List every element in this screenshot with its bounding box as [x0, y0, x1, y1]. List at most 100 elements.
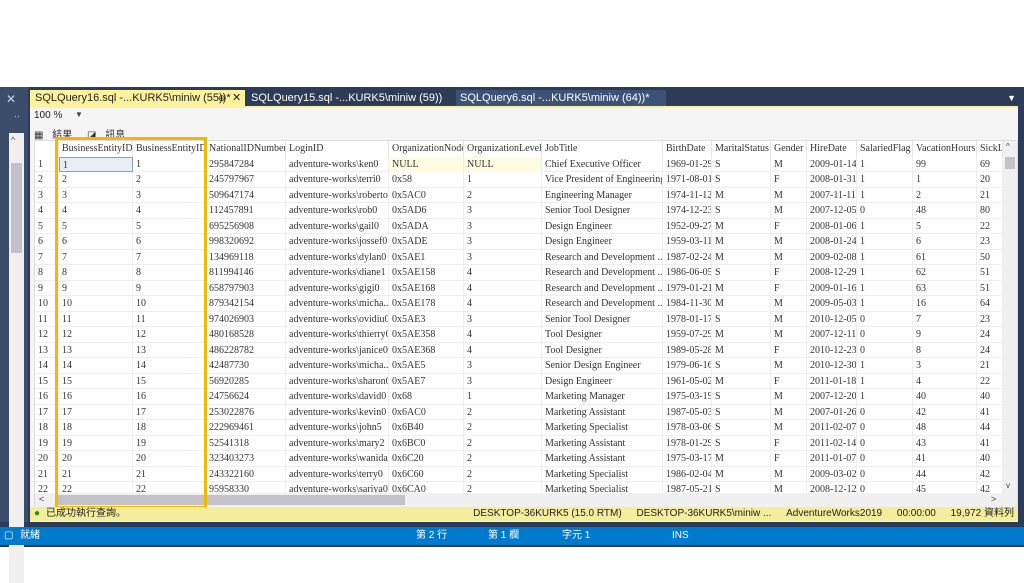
hire-date-cell[interactable]: 2008-01-31: [807, 172, 857, 188]
birth-date-cell[interactable]: 1979-01-21: [663, 280, 712, 296]
birth-date-cell[interactable]: 1986-02-04: [663, 466, 712, 482]
business-entity-id-cell[interactable]: 3: [133, 187, 206, 203]
row-number-cell[interactable]: 20: [35, 451, 59, 467]
gender-cell[interactable]: F: [771, 218, 807, 234]
vacation-hours-cell[interactable]: 16: [913, 296, 977, 312]
gender-cell[interactable]: M: [771, 187, 807, 203]
gender-cell[interactable]: M: [771, 420, 807, 436]
business-entity-id-cell[interactable]: 21: [133, 466, 206, 482]
job-title-cell[interactable]: Marketing Manager: [542, 389, 663, 405]
scroll-down-icon[interactable]: v: [1006, 481, 1010, 490]
table-row[interactable]: 9 9 9 658797903 adventure-works\gigi0 0x5AE16…: [35, 280, 1003, 296]
salaried-flag-cell[interactable]: 1: [857, 218, 913, 234]
marital-status-cell[interactable]: M: [712, 342, 771, 358]
salaried-flag-cell[interactable]: 0: [857, 203, 913, 219]
national-id-number-cell[interactable]: 253022876: [206, 404, 286, 420]
hire-date-cell[interactable]: 2009-05-03: [807, 296, 857, 312]
organization-node-cell[interactable]: 0x6AC0: [389, 404, 464, 420]
login-id-cell[interactable]: adventure-works\rob0: [286, 203, 389, 219]
gender-cell[interactable]: M: [771, 203, 807, 219]
vacation-hours-cell[interactable]: 3: [913, 358, 977, 374]
sick-leave-hours-cell[interactable]: 24: [977, 327, 1003, 343]
organization-level-cell[interactable]: 3: [464, 218, 542, 234]
salaried-flag-cell[interactable]: 0: [857, 342, 913, 358]
column-header[interactable]: MaritalStatus: [712, 141, 771, 157]
vacation-hours-cell[interactable]: 63: [913, 280, 977, 296]
hire-date-cell[interactable]: 2008-01-06: [807, 218, 857, 234]
table-row[interactable]: 21 21 21 243322160 adventure-works\terry0 0x6…: [35, 466, 1003, 482]
organization-node-cell[interactable]: 0x5AE368: [389, 342, 464, 358]
table-row[interactable]: 10 10 10 879342154 adventure-works\micha... 0…: [35, 296, 1003, 312]
hire-date-cell[interactable]: 2008-01-24: [807, 234, 857, 250]
sick-leave-hours-cell[interactable]: 20: [977, 172, 1003, 188]
business-entity-id-cell[interactable]: 10: [59, 296, 133, 312]
job-title-cell[interactable]: Marketing Specialist: [542, 420, 663, 436]
organization-level-cell[interactable]: 3: [464, 311, 542, 327]
salaried-flag-cell[interactable]: 0: [857, 435, 913, 451]
vacation-hours-cell[interactable]: 41: [913, 451, 977, 467]
scroll-left-icon[interactable]: <: [39, 494, 44, 504]
row-number-cell[interactable]: 12: [35, 327, 59, 343]
login-id-cell[interactable]: adventure-works\diane1: [286, 265, 389, 281]
sick-leave-hours-cell[interactable]: 40: [977, 389, 1003, 405]
tab-sqlquery6[interactable]: SQLQuery6.sql -...KURK5\miniw (64))*: [456, 90, 666, 106]
pin-icon[interactable]: ⊕: [218, 90, 226, 106]
table-row[interactable]: 11 11 11 974026903 adventure-works\ovidiu0 0x…: [35, 311, 1003, 327]
marital-status-cell[interactable]: S: [712, 404, 771, 420]
job-title-cell[interactable]: Tool Designer: [542, 342, 663, 358]
job-title-cell[interactable]: Marketing Assistant: [542, 451, 663, 467]
sick-leave-hours-cell[interactable]: 44: [977, 420, 1003, 436]
login-id-cell[interactable]: adventure-works\kevin0: [286, 404, 389, 420]
birth-date-cell[interactable]: 1975-03-17: [663, 451, 712, 467]
job-title-cell[interactable]: Design Engineer: [542, 218, 663, 234]
job-title-cell[interactable]: Marketing Assistant: [542, 404, 663, 420]
business-entity-id-cell[interactable]: 15: [59, 373, 133, 389]
table-row[interactable]: 1 1 1 295847284 adventure-works\ken0 NULL NULL…: [35, 156, 1003, 172]
organization-node-cell[interactable]: 0x6C20: [389, 451, 464, 467]
national-id-number-cell[interactable]: 879342154: [206, 296, 286, 312]
job-title-cell[interactable]: Research and Development ...: [542, 296, 663, 312]
organization-level-cell[interactable]: 3: [464, 203, 542, 219]
table-row[interactable]: 7 7 7 134969118 adventure-works\dylan0 0x5AE1…: [35, 249, 1003, 265]
table-row[interactable]: 2 2 2 245797967 adventure-works\terri0 0x58 1 V…: [35, 172, 1003, 188]
sick-leave-hours-cell[interactable]: 50: [977, 249, 1003, 265]
organization-level-cell[interactable]: 4: [464, 327, 542, 343]
login-id-cell[interactable]: adventure-works\gigi0: [286, 280, 389, 296]
business-entity-id-cell[interactable]: 1: [133, 156, 206, 172]
vacation-hours-cell[interactable]: 5: [913, 218, 977, 234]
organization-node-cell[interactable]: 0x5AE7: [389, 373, 464, 389]
gender-cell[interactable]: M: [771, 311, 807, 327]
vacation-hours-cell[interactable]: 9: [913, 327, 977, 343]
business-entity-id-cell[interactable]: 18: [59, 420, 133, 436]
organization-node-cell[interactable]: 0x6BC0: [389, 435, 464, 451]
row-number-cell[interactable]: 17: [35, 404, 59, 420]
editor-vertical-scrollbar[interactable]: ^ v: [9, 133, 24, 583]
more-icon[interactable]: ··: [14, 111, 20, 121]
organization-level-cell[interactable]: 3: [464, 358, 542, 374]
gender-cell[interactable]: F: [771, 435, 807, 451]
birth-date-cell[interactable]: 1987-02-24: [663, 249, 712, 265]
job-title-cell[interactable]: Marketing Specialist: [542, 466, 663, 482]
marital-status-cell[interactable]: S: [712, 420, 771, 436]
column-header[interactable]: OrganizationNode: [389, 141, 464, 157]
organization-node-cell[interactable]: 0x5AD6: [389, 203, 464, 219]
sick-leave-hours-cell[interactable]: 42: [977, 466, 1003, 482]
column-header[interactable]: Gender: [771, 141, 807, 157]
national-id-number-cell[interactable]: 658797903: [206, 280, 286, 296]
birth-date-cell[interactable]: 1984-11-30: [663, 296, 712, 312]
business-entity-id-cell[interactable]: 16: [133, 389, 206, 405]
gender-cell[interactable]: M: [771, 234, 807, 250]
birth-date-cell[interactable]: 1969-01-29: [663, 156, 712, 172]
job-title-cell[interactable]: Design Engineer: [542, 234, 663, 250]
vacation-hours-cell[interactable]: 43: [913, 435, 977, 451]
salaried-flag-cell[interactable]: 0: [857, 404, 913, 420]
salaried-flag-cell[interactable]: 1: [857, 389, 913, 405]
login-id-cell[interactable]: adventure-works\jossef0: [286, 234, 389, 250]
business-entity-id-cell[interactable]: 15: [133, 373, 206, 389]
business-entity-id-cell[interactable]: 21: [59, 466, 133, 482]
national-id-number-cell[interactable]: 480168528: [206, 327, 286, 343]
organization-level-cell[interactable]: 1: [464, 389, 542, 405]
column-header[interactable]: LoginID: [286, 141, 389, 157]
zoom-select[interactable]: 100 %: [34, 110, 62, 121]
hire-date-cell[interactable]: 2010-12-23: [807, 342, 857, 358]
